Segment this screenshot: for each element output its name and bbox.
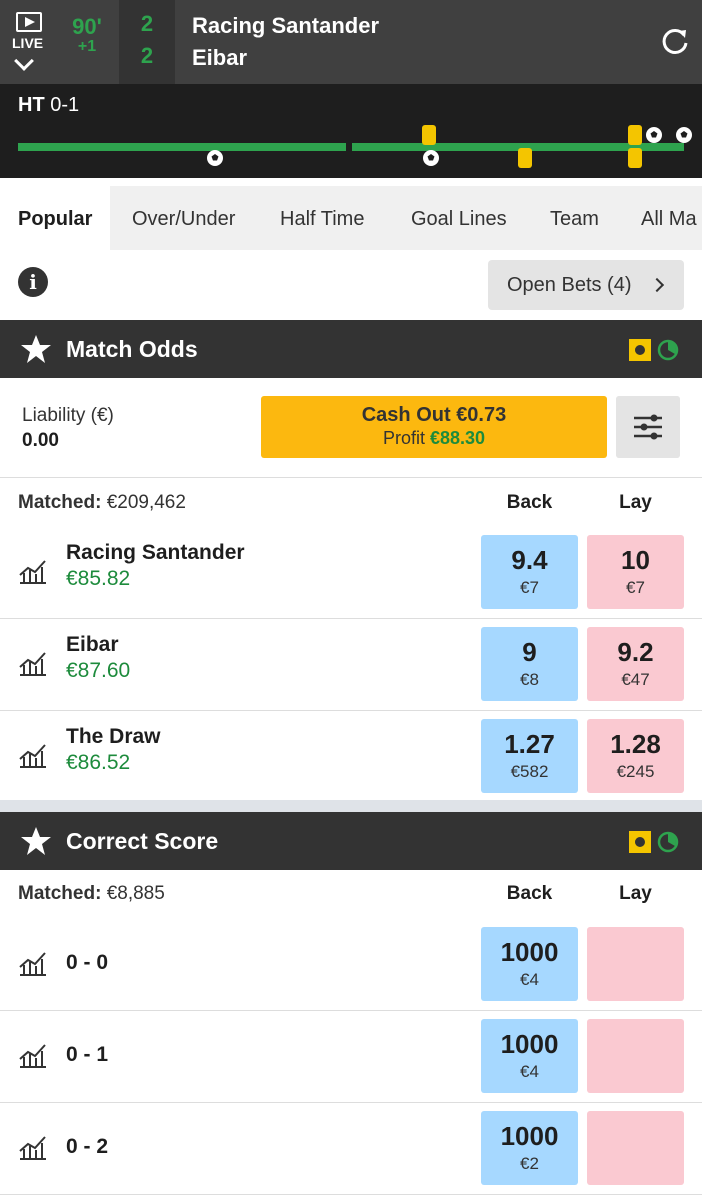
runner-row: Eibar €87.60 9 €8 9.2 €47 bbox=[0, 619, 702, 711]
first-half-bar bbox=[18, 143, 346, 151]
clock-minute: 90' bbox=[72, 14, 102, 39]
tab-half-time[interactable]: Half Time bbox=[262, 186, 382, 250]
runner-profit: €86.52 bbox=[66, 751, 131, 774]
sliders-icon[interactable] bbox=[616, 396, 680, 458]
back-odds-button[interactable]: 9 €8 bbox=[481, 627, 578, 701]
play-icon bbox=[16, 12, 42, 32]
runner-name: 0 - 0 bbox=[66, 951, 109, 974]
goal-ball-icon bbox=[676, 127, 692, 143]
tab-all-markets[interactable]: All Ma bbox=[623, 186, 702, 250]
in-play-icon bbox=[629, 831, 651, 853]
tab-goal-lines[interactable]: Goal Lines bbox=[393, 186, 525, 250]
cash-out-label: Cash Out €0.73 bbox=[361, 404, 507, 426]
runner-row: Racing Santander €85.82 9.4 €7 10 €7 bbox=[0, 527, 702, 619]
back-odds-button[interactable]: 1000 €4 bbox=[481, 1019, 578, 1093]
runner-name: The Draw bbox=[66, 725, 161, 748]
live-label: LIVE bbox=[12, 35, 44, 51]
back-header: Back bbox=[506, 883, 553, 904]
matched-amount: Matched: €8,885 bbox=[18, 883, 165, 904]
chart-icon[interactable] bbox=[18, 555, 48, 585]
lay-odds-button[interactable] bbox=[587, 1111, 684, 1185]
open-bets-label: Open Bets (4) bbox=[507, 274, 632, 296]
team-names: Racing Santander Eibar bbox=[192, 10, 379, 74]
matched-row: Matched: €8,885 Back Lay bbox=[0, 869, 702, 921]
lay-odds-button[interactable]: 1.28 €245 bbox=[587, 719, 684, 793]
section-divider bbox=[0, 800, 702, 812]
liability-value: 0.00 bbox=[22, 430, 59, 451]
runner-name: 0 - 2 bbox=[66, 1135, 109, 1158]
liability-row: Liability (€) 0.00 Cash Out €0.73 Profit… bbox=[0, 378, 702, 478]
goal-ball-icon bbox=[646, 127, 662, 143]
chart-icon[interactable] bbox=[18, 647, 48, 677]
runner-row: The Draw €86.52 1.27 €582 1.28 €245 bbox=[0, 711, 702, 803]
runner-name: 0 - 1 bbox=[66, 1043, 109, 1066]
correct-score-title: Correct Score bbox=[66, 828, 219, 854]
star-icon[interactable] bbox=[20, 334, 52, 364]
runner-name: Eibar bbox=[66, 633, 119, 656]
clock-added-time: +1 bbox=[77, 38, 97, 55]
away-team: Eibar bbox=[192, 45, 248, 70]
back-odds-button[interactable]: 1000 €4 bbox=[481, 927, 578, 1001]
runner-profit: €85.82 bbox=[66, 567, 131, 590]
runner-row: 0 - 0 1000 €4 bbox=[0, 919, 702, 1011]
tab-popular[interactable]: Popular bbox=[0, 186, 111, 250]
lay-odds-button[interactable] bbox=[587, 927, 684, 1001]
chevron-right-icon bbox=[649, 277, 665, 293]
lay-header: Lay bbox=[619, 883, 652, 904]
back-header: Back bbox=[506, 492, 553, 513]
home-team: Racing Santander bbox=[192, 13, 380, 38]
chart-icon[interactable] bbox=[18, 739, 48, 769]
back-odds-button[interactable]: 9.4 €7 bbox=[481, 535, 578, 609]
goal-ball-icon bbox=[207, 150, 223, 166]
runner-row: 0 - 1 1000 €4 bbox=[0, 1011, 702, 1103]
away-score: 2 bbox=[140, 43, 154, 68]
lay-odds-button[interactable]: 9.2 €47 bbox=[587, 627, 684, 701]
open-bets-button[interactable]: Open Bets (4) bbox=[488, 260, 684, 310]
tab-team[interactable]: Team bbox=[532, 186, 617, 250]
chart-icon[interactable] bbox=[18, 1039, 48, 1069]
refresh-icon[interactable] bbox=[660, 26, 690, 56]
runner-profit: €87.60 bbox=[66, 659, 131, 682]
yellow-card-icon bbox=[628, 125, 642, 145]
goal-ball-icon bbox=[423, 150, 439, 166]
back-odds-button[interactable]: 1000 €2 bbox=[481, 1111, 578, 1185]
match-odds-title: Match Odds bbox=[66, 336, 198, 362]
home-score: 2 bbox=[140, 11, 154, 36]
runner-row: 0 - 2 1000 €2 bbox=[0, 1103, 702, 1195]
chevron-down-icon bbox=[14, 51, 34, 71]
match-odds-header[interactable]: Match Odds bbox=[0, 320, 702, 378]
yellow-card-icon bbox=[518, 148, 532, 168]
timer-icon bbox=[657, 831, 679, 853]
lay-header: Lay bbox=[619, 492, 652, 513]
star-icon[interactable] bbox=[20, 826, 52, 856]
tab-over-under[interactable]: Over/Under bbox=[114, 186, 253, 250]
matched-amount: Matched: €209,462 bbox=[18, 492, 186, 513]
half-time-score: HT 0-1 bbox=[18, 94, 80, 116]
yellow-card-icon bbox=[422, 125, 436, 145]
in-play-icon bbox=[629, 339, 651, 361]
lay-odds-button[interactable] bbox=[587, 1019, 684, 1093]
match-clock: 90' +1 bbox=[56, 14, 118, 56]
cash-out-button[interactable]: Cash Out €0.73 Profit €88.30 bbox=[261, 396, 607, 458]
match-header: LIVE 90' +1 2 2 Racing Santander Eibar bbox=[0, 0, 702, 84]
scoreboard: 2 2 bbox=[119, 0, 175, 84]
yellow-card-icon bbox=[628, 148, 642, 168]
correct-score-header[interactable]: Correct Score bbox=[0, 812, 702, 870]
liability-label: Liability (€) bbox=[22, 405, 114, 426]
info-icon[interactable]: i bbox=[18, 267, 48, 297]
back-odds-button[interactable]: 1.27 €582 bbox=[481, 719, 578, 793]
match-timeline: HT 0-1 bbox=[0, 84, 702, 178]
timer-icon bbox=[657, 339, 679, 361]
matched-row: Matched: €209,462 Back Lay bbox=[0, 478, 702, 530]
info-row: i Open Bets (4) bbox=[0, 250, 702, 320]
cash-out-profit: Profit €88.30 bbox=[382, 428, 486, 448]
chart-icon[interactable] bbox=[18, 1131, 48, 1161]
runner-name: Racing Santander bbox=[66, 541, 245, 564]
market-tabs: Popular Over/Under Half Time Goal Lines … bbox=[0, 186, 702, 250]
chart-icon[interactable] bbox=[18, 947, 48, 977]
lay-odds-button[interactable]: 10 €7 bbox=[587, 535, 684, 609]
live-toggle[interactable]: LIVE bbox=[0, 0, 56, 84]
